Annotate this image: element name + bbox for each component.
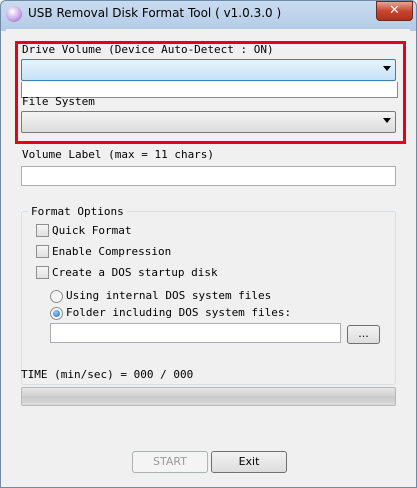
app-icon [6, 6, 22, 22]
title-bar: USB Removal Disk Format Tool ( v1.0.3.0 … [0, 0, 417, 28]
exit-button[interactable]: Exit [211, 451, 287, 473]
quick-format-checkbox[interactable] [36, 224, 49, 237]
internal-dos-files-label[interactable]: Using internal DOS system files [66, 289, 271, 302]
format-options-title: Format Options [31, 205, 124, 218]
volume-label-input[interactable] [21, 166, 396, 186]
enable-compression-label[interactable]: Enable Compression [52, 245, 171, 258]
close-button[interactable]: ✕ [376, 1, 413, 21]
time-label: TIME (min/sec) = 000 / 000 [21, 368, 194, 381]
volume-label-label: Volume Label (max = 11 chars) [22, 148, 215, 161]
highlight-box [15, 41, 406, 144]
dos-folder-path-input[interactable] [50, 323, 341, 343]
window-title: USB Removal Disk Format Tool ( v1.0.3.0 … [28, 6, 282, 20]
browse-button[interactable]: ... [347, 325, 380, 344]
format-progress-bar [21, 387, 396, 406]
folder-dos-files-radio[interactable] [50, 307, 63, 320]
enable-compression-checkbox[interactable] [36, 245, 49, 258]
dos-startup-checkbox[interactable] [36, 266, 49, 279]
dos-startup-label[interactable]: Create a DOS startup disk [52, 266, 218, 279]
folder-dos-files-label[interactable]: Folder including DOS system files: [66, 306, 291, 319]
start-button[interactable]: START [132, 451, 208, 473]
quick-format-label[interactable]: Quick Format [52, 224, 131, 237]
internal-dos-files-radio[interactable] [50, 290, 63, 303]
main-panel: Drive Volume (Device Auto-Detect : ON) F… [6, 29, 410, 481]
